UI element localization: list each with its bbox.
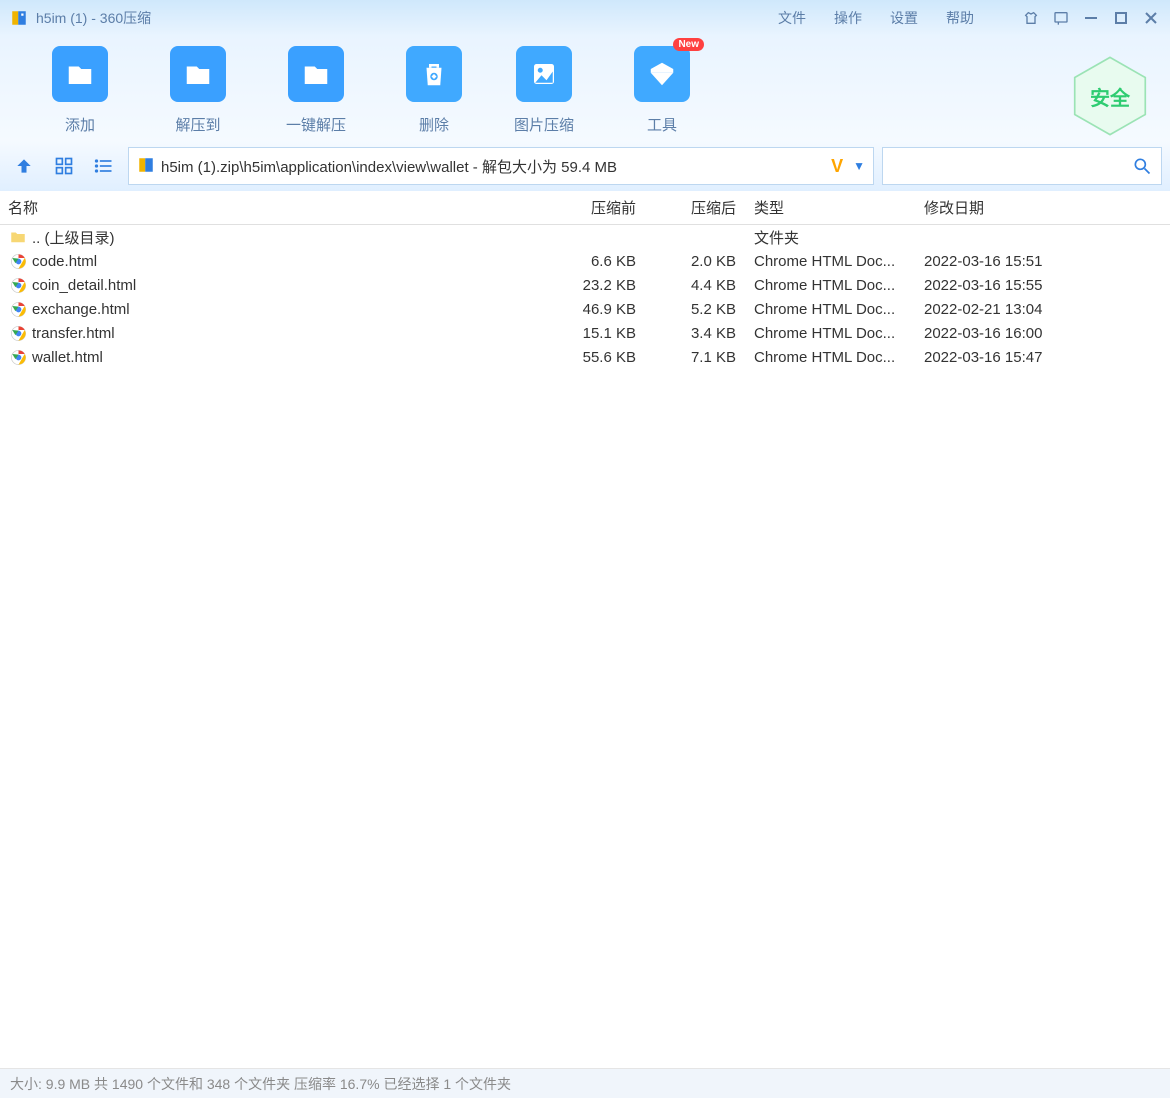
toolbar: 添加 解压到 一键解压 删除 图片压缩 New 工具 安全 — [0, 36, 1170, 141]
cell-date: 2022-03-16 15:55 — [916, 277, 1164, 294]
window-title: h5im (1) - 360压缩 — [36, 8, 151, 28]
skin-icon[interactable] — [1022, 9, 1040, 27]
menu-file[interactable]: 文件 — [778, 8, 806, 28]
cell-date: 2022-03-16 16:00 — [916, 325, 1164, 342]
menu-help[interactable]: 帮助 — [946, 8, 974, 28]
cell-before: 15.1 KB — [516, 325, 646, 342]
dropdown-arrow-icon[interactable]: ▼ — [853, 159, 865, 173]
safe-badge: 安全 — [1068, 54, 1152, 138]
table-row[interactable]: code.html 6.6 KB 2.0 KB Chrome HTML Doc.… — [0, 249, 1170, 273]
app-icon — [10, 9, 28, 27]
list-view-button[interactable] — [88, 150, 120, 182]
cell-before: 55.6 KB — [516, 349, 646, 366]
delete-label: 删除 — [419, 114, 449, 135]
chrome-icon — [8, 347, 28, 367]
file-name: coin_detail.html — [32, 277, 136, 294]
tools-button[interactable]: New 工具 — [612, 46, 712, 135]
chrome-icon — [8, 299, 28, 319]
cell-type: Chrome HTML Doc... — [746, 325, 916, 342]
one-click-extract-label: 一键解压 — [286, 114, 346, 135]
file-name: code.html — [32, 253, 97, 270]
close-button[interactable] — [1142, 9, 1160, 27]
titlebar: h5im (1) - 360压缩 文件 操作 设置 帮助 — [0, 0, 1170, 36]
extract-to-label: 解压到 — [175, 114, 220, 135]
add-label: 添加 — [65, 114, 95, 135]
feedback-icon[interactable] — [1052, 9, 1070, 27]
column-headers[interactable]: 名称 压缩前 压缩后 类型 修改日期 — [0, 191, 1170, 225]
tools-label: 工具 — [647, 114, 677, 135]
statusbar: 大小: 9.9 MB 共 1490 个文件和 348 个文件夹 压缩率 16.7… — [0, 1068, 1170, 1098]
window-buttons — [1022, 9, 1160, 27]
chrome-icon — [8, 323, 28, 343]
folder-icon — [8, 227, 28, 247]
cell-date: 2022-03-16 15:51 — [916, 253, 1164, 270]
status-text: 大小: 9.9 MB 共 1490 个文件和 348 个文件夹 压缩率 16.7… — [10, 1074, 511, 1094]
file-name: transfer.html — [32, 325, 115, 342]
safe-badge-label: 安全 — [1090, 82, 1130, 111]
col-date[interactable]: 修改日期 — [916, 197, 1164, 218]
navbar: h5im (1).zip\h5im\application\index\view… — [0, 141, 1170, 191]
add-icon — [52, 46, 108, 102]
cell-after: 5.2 KB — [646, 301, 746, 318]
file-name: exchange.html — [32, 301, 130, 318]
tools-icon: New — [634, 46, 690, 102]
add-button[interactable]: 添加 — [30, 46, 130, 135]
new-badge: New — [673, 38, 704, 51]
maximize-button[interactable] — [1112, 9, 1130, 27]
cell-before: 6.6 KB — [516, 253, 646, 270]
cell-type: Chrome HTML Doc... — [746, 253, 916, 270]
one-click-extract-icon — [288, 46, 344, 102]
path-icon — [137, 156, 155, 177]
image-compress-label: 图片压缩 — [514, 114, 574, 135]
table-row[interactable]: .. (上级目录) 文件夹 — [0, 225, 1170, 249]
chrome-icon — [8, 275, 28, 295]
chrome-icon — [8, 251, 28, 271]
file-name: .. (上级目录) — [32, 227, 115, 248]
cell-after: 2.0 KB — [646, 253, 746, 270]
brand-v-icon: V — [831, 156, 843, 177]
col-after[interactable]: 压缩后 — [646, 197, 746, 218]
image-compress-button[interactable]: 图片压缩 — [494, 46, 594, 135]
col-name[interactable]: 名称 — [6, 197, 516, 218]
col-before[interactable]: 压缩前 — [516, 197, 646, 218]
table-row[interactable]: wallet.html 55.6 KB 7.1 KB Chrome HTML D… — [0, 345, 1170, 369]
delete-button[interactable]: 删除 — [384, 46, 484, 135]
image-compress-icon — [516, 46, 572, 102]
delete-icon — [406, 46, 462, 102]
cell-type: Chrome HTML Doc... — [746, 349, 916, 366]
table-row[interactable]: transfer.html 15.1 KB 3.4 KB Chrome HTML… — [0, 321, 1170, 345]
cell-after: 7.1 KB — [646, 349, 746, 366]
icons-view-button[interactable] — [48, 150, 80, 182]
cell-after: 4.4 KB — [646, 277, 746, 294]
path-text: h5im (1).zip\h5im\application\index\view… — [161, 156, 821, 177]
cell-type: 文件夹 — [746, 227, 916, 248]
cell-date: 2022-02-21 13:04 — [916, 301, 1164, 318]
file-list: .. (上级目录) 文件夹 code.html 6.6 KB 2.0 KB Ch… — [0, 225, 1170, 1068]
table-row[interactable]: exchange.html 46.9 KB 5.2 KB Chrome HTML… — [0, 297, 1170, 321]
cell-before: 46.9 KB — [516, 301, 646, 318]
cell-type: Chrome HTML Doc... — [746, 301, 916, 318]
cell-type: Chrome HTML Doc... — [746, 277, 916, 294]
cell-date: 2022-03-16 15:47 — [916, 349, 1164, 366]
menubar: 文件 操作 设置 帮助 — [778, 8, 1160, 28]
table-row[interactable]: coin_detail.html 23.2 KB 4.4 KB Chrome H… — [0, 273, 1170, 297]
col-type[interactable]: 类型 — [746, 197, 916, 218]
search-icon[interactable] — [1131, 155, 1153, 177]
minimize-button[interactable] — [1082, 9, 1100, 27]
search-box[interactable] — [882, 147, 1162, 185]
file-name: wallet.html — [32, 349, 103, 366]
one-click-extract-button[interactable]: 一键解压 — [266, 46, 366, 135]
up-button[interactable] — [8, 150, 40, 182]
extract-to-button[interactable]: 解压到 — [148, 46, 248, 135]
menu-settings[interactable]: 设置 — [890, 8, 918, 28]
extract-to-icon — [170, 46, 226, 102]
path-box[interactable]: h5im (1).zip\h5im\application\index\view… — [128, 147, 874, 185]
cell-after: 3.4 KB — [646, 325, 746, 342]
menu-operate[interactable]: 操作 — [834, 8, 862, 28]
cell-before: 23.2 KB — [516, 277, 646, 294]
